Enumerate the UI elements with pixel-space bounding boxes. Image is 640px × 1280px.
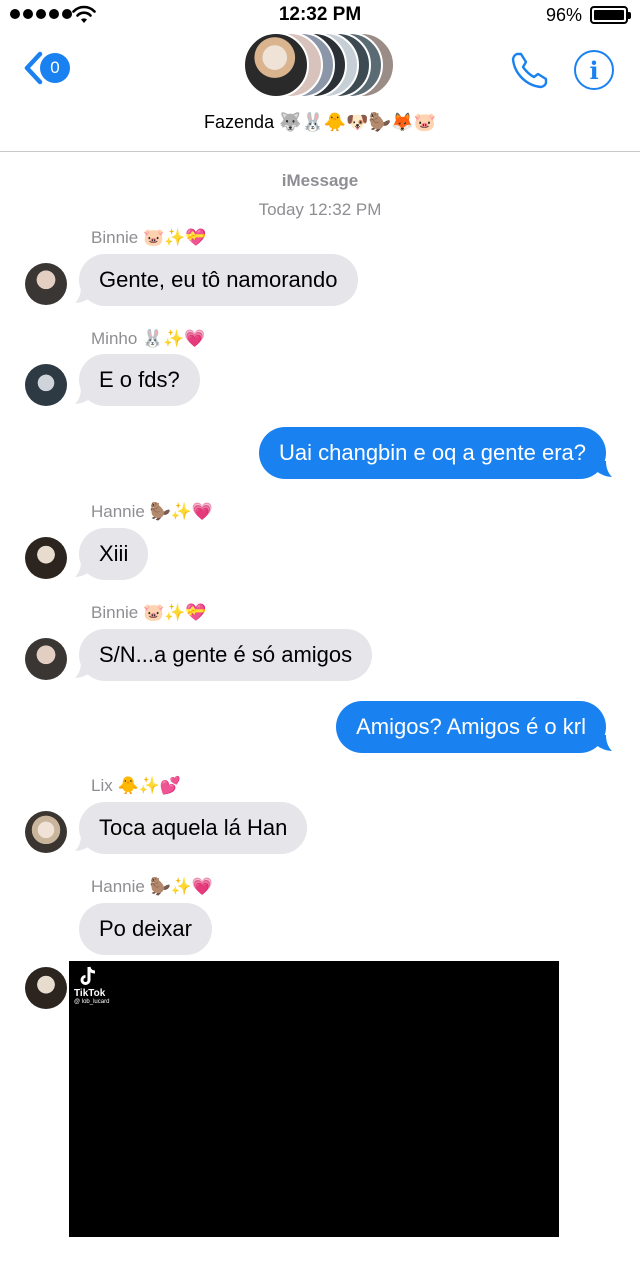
group-member-avatar (243, 32, 309, 98)
outgoing-message-bubble[interactable]: Amigos? Amigos é o krl (336, 701, 606, 753)
conversation-header: 0 Fazenda 🐺🐰🐥🐶🦫🦊🐷 i (0, 30, 640, 152)
tiktok-logo-icon (80, 966, 96, 985)
incoming-message-bubble[interactable]: S/N...a gente é só amigos (79, 629, 373, 681)
sender-avatar[interactable] (25, 364, 67, 406)
sender-name: Hannie 🦫✨💗 (91, 502, 214, 521)
group-avatar-stack[interactable] (243, 30, 403, 100)
sender-name: Minho 🐰✨💗 (91, 329, 206, 348)
back-button[interactable]: 0 (22, 48, 82, 88)
sender-avatar[interactable] (25, 638, 67, 680)
status-bar: 12:32 PM 96% (0, 0, 640, 30)
sender-name: Hannie 🦫✨💗 (91, 877, 214, 896)
incoming-message-bubble[interactable]: Po deixar (79, 903, 212, 955)
incoming-message-bubble[interactable]: E o fds? (79, 354, 200, 406)
incoming-message-bubble[interactable]: Xiii (79, 528, 149, 580)
battery-icon (590, 6, 631, 24)
unread-count-badge: 0 (40, 53, 70, 83)
service-label: iMessage (281, 171, 359, 190)
video-brand-label: TikTok (74, 988, 106, 999)
sender-avatar[interactable] (25, 537, 67, 579)
sender-name: Binnie 🐷✨💝 (91, 228, 207, 247)
incoming-message-bubble[interactable]: Gente, eu tô namorando (79, 254, 358, 306)
outgoing-message-bubble[interactable]: Uai changbin e oq a gente era? (258, 427, 606, 479)
status-time: 12:32 PM (278, 4, 362, 25)
battery-percentage: 96% (545, 5, 582, 25)
conversation-timestamp: Today 12:32 PM (258, 200, 382, 219)
video-message[interactable]: TikTok @ lob_lucard (69, 961, 559, 1237)
sender-avatar[interactable] (25, 811, 67, 853)
info-button[interactable]: i (574, 50, 614, 90)
sender-avatar[interactable] (25, 263, 67, 305)
video-creator-handle: @ lob_lucard (74, 999, 110, 1005)
sender-name: Binnie 🐷✨💝 (91, 603, 207, 622)
incoming-message-bubble[interactable]: Toca aquela lá Han (79, 802, 308, 854)
sender-avatar[interactable] (25, 967, 67, 1009)
phone-icon[interactable] (508, 48, 552, 92)
sender-name: Lix 🐥✨💕 (91, 776, 181, 795)
group-name[interactable]: Fazenda 🐺🐰🐥🐶🦫🦊🐷 (0, 112, 640, 133)
